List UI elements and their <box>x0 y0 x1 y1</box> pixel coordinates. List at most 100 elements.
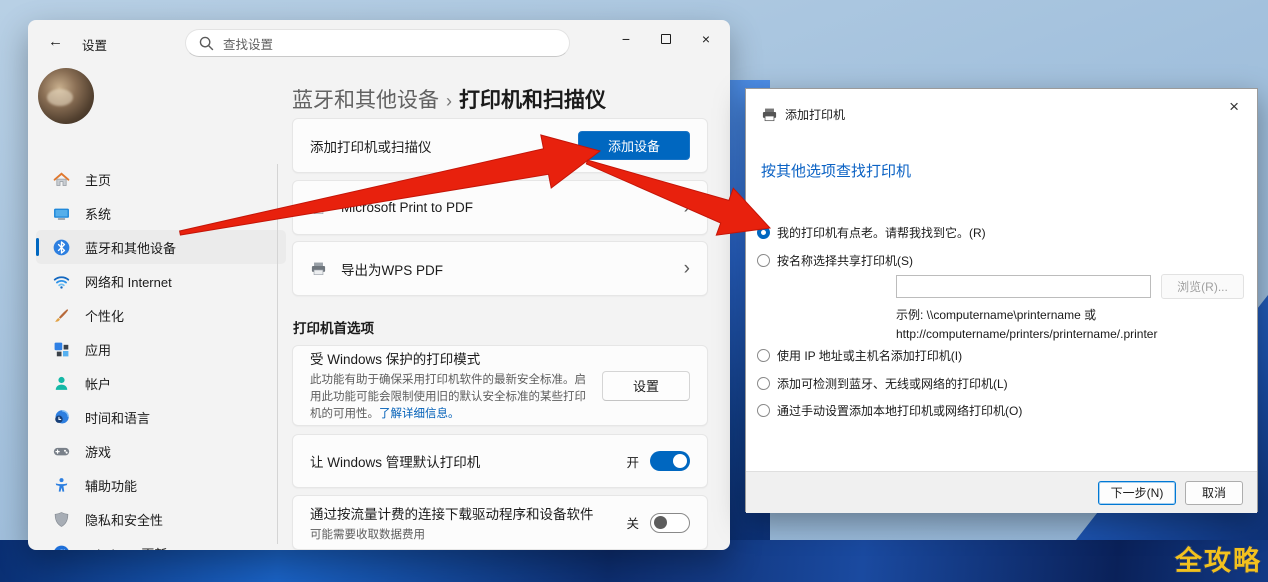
radio-option-bluetooth-wireless[interactable]: 添加可检测到蓝牙、无线或网络的打印机(L) <box>757 375 1008 392</box>
radio-option-manual-setup[interactable]: 通过手动设置添加本地打印机或网络打印机(O) <box>757 402 1022 419</box>
sidebar-item-label: 系统 <box>85 204 111 223</box>
apps-icon <box>53 341 70 358</box>
settings-content: 蓝牙和其他设备›打印机和扫描仪 添加打印机或扫描仪 添加设备 Microsoft… <box>292 20 730 550</box>
search-icon <box>198 35 215 52</box>
protected-print-settings-button[interactable]: 设置 <box>602 371 690 401</box>
manage-default-printer-row: 让 Windows 管理默认打印机 开 <box>292 434 708 488</box>
metered-connection-sublabel: 可能需要收取数据费用 <box>310 526 612 542</box>
radio-option-old-printer[interactable]: 我的打印机有点老。请帮我找到它。(R) <box>757 224 986 241</box>
chevron-right-icon: › <box>684 198 690 217</box>
sidebar-item-label: 帐户 <box>85 374 111 393</box>
dialog-heading: 按其他选项查找打印机 <box>761 160 911 181</box>
sidebar-item-personalization[interactable]: 个性化 <box>36 298 286 332</box>
sidebar-item-privacy-security[interactable]: 隐私和安全性 <box>36 502 286 536</box>
personalization-icon <box>53 307 70 324</box>
radio-icon <box>757 377 770 390</box>
printer-icon <box>761 106 778 123</box>
sidebar-item-label: 隐私和安全性 <box>85 510 163 529</box>
sidebar-item-label: 游戏 <box>85 442 111 461</box>
printer-name: Microsoft Print to PDF <box>341 200 670 215</box>
chevron-right-icon: › <box>684 259 690 278</box>
user-avatar[interactable] <box>38 68 94 124</box>
dialog-footer: 下一步(N) 取消 <box>746 471 1257 513</box>
sidebar-divider <box>277 164 278 544</box>
update-icon <box>53 545 70 551</box>
sidebar-item-time-language[interactable]: 时间和语言 <box>36 400 286 434</box>
settings-sidebar: 主页 系统 蓝牙和其他设备 网络和 Internet 个性化 应用 <box>36 162 286 550</box>
printer-name: 导出为WPS PDF <box>341 259 670 279</box>
network-icon <box>53 273 70 290</box>
sidebar-item-network[interactable]: 网络和 Internet <box>36 264 286 298</box>
radio-label: 通过手动设置添加本地打印机或网络打印机(O) <box>777 402 1022 419</box>
accessibility-icon <box>53 477 70 494</box>
add-printer-row: 添加打印机或扫描仪 添加设备 <box>292 118 708 173</box>
sidebar-item-system[interactable]: 系统 <box>36 196 286 230</box>
printer-icon <box>310 260 327 277</box>
share-path-example-line1: 示例: \\computername\printername 或 <box>896 306 1157 325</box>
toggle-state-label: 开 <box>626 452 639 471</box>
sidebar-item-home[interactable]: 主页 <box>36 162 286 196</box>
radio-option-shared-printer[interactable]: 按名称选择共享打印机(S) <box>757 252 913 269</box>
sidebar-item-accessibility[interactable]: 辅助功能 <box>36 468 286 502</box>
protected-print-title: 受 Windows 保护的打印模式 <box>310 348 588 368</box>
gaming-icon <box>53 443 70 460</box>
watermark-text: 全攻略 <box>1175 539 1262 578</box>
time-language-icon <box>53 409 70 426</box>
share-path-example-line2: http://computername/printers/printername… <box>896 325 1157 344</box>
radio-label: 添加可检测到蓝牙、无线或网络的打印机(L) <box>777 375 1008 392</box>
sidebar-item-gaming[interactable]: 游戏 <box>36 434 286 468</box>
radio-icon <box>757 349 770 362</box>
sidebar-item-label: 应用 <box>85 340 111 359</box>
home-icon <box>53 171 70 188</box>
dialog-close-button[interactable]: × <box>1221 93 1247 121</box>
search-placeholder: 查找设置 <box>223 34 273 53</box>
radio-label: 使用 IP 地址或主机名添加打印机(I) <box>777 347 962 364</box>
radio-selected-icon <box>757 226 770 239</box>
printer-row-wps-pdf[interactable]: 导出为WPS PDF › <box>292 241 708 296</box>
sidebar-item-label: 个性化 <box>85 306 124 325</box>
breadcrumb-parent[interactable]: 蓝牙和其他设备 <box>292 89 439 112</box>
next-button[interactable]: 下一步(N) <box>1098 481 1176 505</box>
sidebar-item-label: Windows 更新 <box>85 544 167 551</box>
browse-button[interactable]: 浏览(R)... <box>1161 274 1244 299</box>
page-title: 打印机和扫描仪 <box>459 89 606 112</box>
add-device-button[interactable]: 添加设备 <box>578 131 690 160</box>
window-title: 设置 <box>82 35 107 54</box>
bluetooth-icon <box>53 239 70 256</box>
metered-connection-toggle[interactable] <box>650 513 690 533</box>
sidebar-item-label: 网络和 Internet <box>85 272 172 291</box>
privacy-icon <box>53 511 70 528</box>
metered-connection-label: 通过按流量计费的连接下载驱动程序和设备软件 <box>310 503 612 523</box>
radio-label: 我的打印机有点老。请帮我找到它。(R) <box>777 224 986 241</box>
protected-print-mode-row: 受 Windows 保护的打印模式 此功能有助于确保采用打印机软件的最新安全标准… <box>292 345 708 426</box>
metered-connection-row: 通过按流量计费的连接下载驱动程序和设备软件 可能需要收取数据费用 关 <box>292 495 708 550</box>
cancel-button[interactable]: 取消 <box>1185 481 1243 505</box>
radio-icon <box>757 404 770 417</box>
radio-icon <box>757 254 770 267</box>
sidebar-item-label: 辅助功能 <box>85 476 137 495</box>
sidebar-item-windows-update[interactable]: Windows 更新 <box>36 536 286 550</box>
radio-option-ip-hostname[interactable]: 使用 IP 地址或主机名添加打印机(I) <box>757 347 962 364</box>
manage-default-printer-toggle[interactable] <box>650 451 690 471</box>
add-printer-label: 添加打印机或扫描仪 <box>310 136 564 156</box>
share-path-example: 示例: \\computername\printername 或 http://… <box>896 306 1157 344</box>
system-icon <box>53 205 70 222</box>
accounts-icon <box>53 375 70 392</box>
dialog-title: 添加打印机 <box>785 106 845 123</box>
radio-label: 按名称选择共享打印机(S) <box>777 252 913 269</box>
sidebar-item-label: 时间和语言 <box>85 408 150 427</box>
printer-row-ms-pdf[interactable]: Microsoft Print to PDF › <box>292 180 708 235</box>
sidebar-item-accounts[interactable]: 帐户 <box>36 366 286 400</box>
breadcrumb-separator-icon: › <box>439 91 459 111</box>
printer-icon <box>310 199 327 216</box>
back-arrow-icon[interactable]: ← <box>48 33 63 50</box>
add-printer-dialog: × 添加打印机 按其他选项查找打印机 我的打印机有点老。请帮我找到它。(R) 按… <box>745 88 1258 512</box>
shared-printer-name-input[interactable] <box>896 275 1151 298</box>
breadcrumb: 蓝牙和其他设备›打印机和扫描仪 <box>292 84 606 114</box>
desktop: ← 设置 查找设置 − × 主页 系统 蓝牙和其他设备 <box>0 0 1268 582</box>
settings-window: ← 设置 查找设置 − × 主页 系统 蓝牙和其他设备 <box>28 20 730 550</box>
sidebar-item-bluetooth-devices[interactable]: 蓝牙和其他设备 <box>36 230 286 264</box>
learn-more-link[interactable]: 了解详细信息。 <box>379 408 460 420</box>
manage-default-printer-label: 让 Windows 管理默认打印机 <box>310 451 612 471</box>
sidebar-item-apps[interactable]: 应用 <box>36 332 286 366</box>
